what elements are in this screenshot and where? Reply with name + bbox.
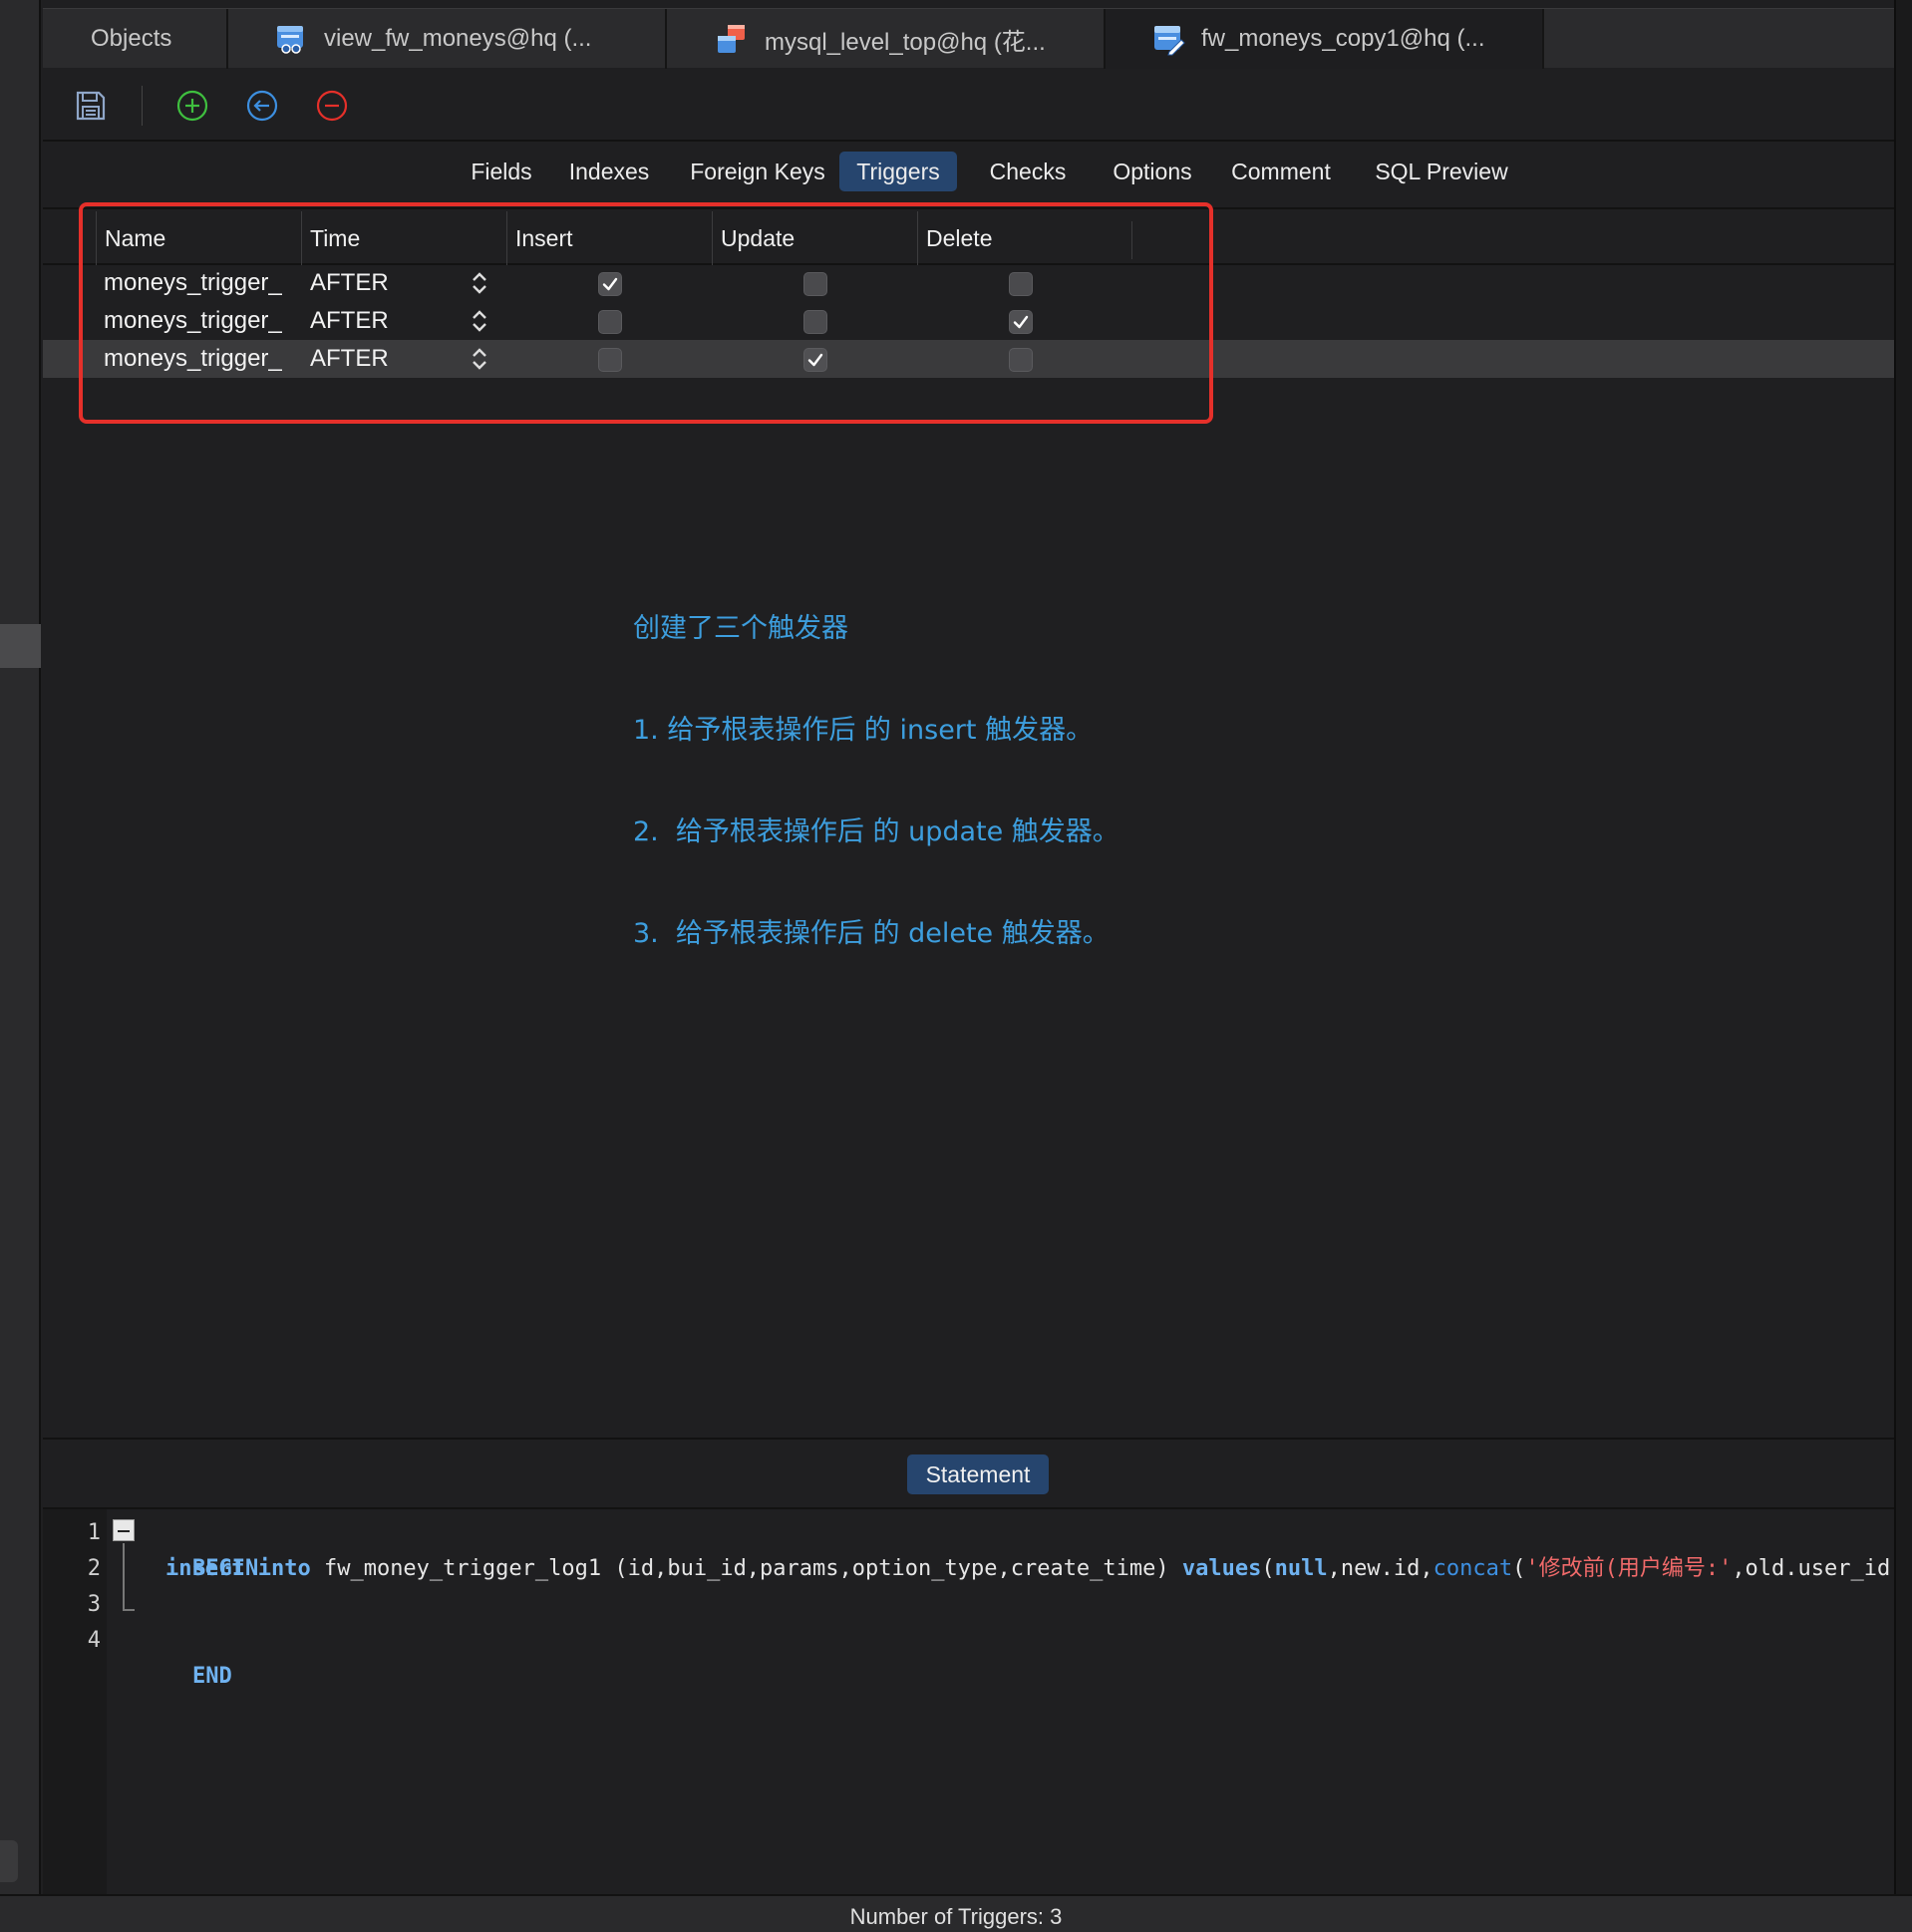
tab-bar: Objects view_fw_moneys@hq (... mysql_lev… xyxy=(43,8,1894,69)
tab-statement[interactable]: Statement xyxy=(907,1454,1049,1494)
table-design-icon xyxy=(1154,26,1185,56)
remove-circle-icon xyxy=(316,90,348,122)
tab-options[interactable]: Options xyxy=(1090,152,1215,191)
column-header-name[interactable]: Name xyxy=(96,211,301,265)
tab-fw-moneys-copy1[interactable]: fw_moneys_copy1@hq (... xyxy=(1106,9,1544,69)
table-row[interactable]: moneys_trigger_ AFTER xyxy=(43,302,1894,340)
annotation-line: 创建了三个触发器 xyxy=(633,613,848,644)
code-args: ,old.user_id, xyxy=(1732,1556,1894,1581)
checkmark-icon xyxy=(807,353,823,367)
code-table: fw_money_trigger_log1 (id,bui_id,params,… xyxy=(310,1556,1182,1581)
tab-label: Objects xyxy=(91,25,172,52)
delete-checkbox[interactable] xyxy=(1009,310,1033,334)
keyword-end: END xyxy=(191,1664,232,1689)
checkmark-icon xyxy=(602,277,618,291)
annotation-line: 2. 给予根表操作后 的 update 触发器。 xyxy=(633,816,1119,847)
annotation-note: 创建了三个触发器 1. 给予根表操作后 的 insert 触发器。 2. 给予根… xyxy=(633,544,1119,985)
keyword-insert: insert xyxy=(165,1556,245,1581)
query-icon xyxy=(718,25,745,53)
view-icon xyxy=(277,26,303,54)
statement-tabbar: Statement xyxy=(43,1438,1894,1509)
tab-label: mysql_level_top@hq (花... xyxy=(765,28,1046,56)
sidebar-handle[interactable] xyxy=(0,1840,18,1882)
toolbar-separator xyxy=(142,86,143,126)
function-concat: concat xyxy=(1433,1556,1513,1581)
insert-trigger-button[interactable] xyxy=(244,88,280,124)
keyword-values: values xyxy=(1181,1556,1262,1581)
code-args: ,new.id, xyxy=(1327,1556,1434,1581)
trigger-time-cell[interactable]: AFTER xyxy=(310,302,389,340)
stepper-icon[interactable] xyxy=(469,270,490,296)
code-line: END xyxy=(140,1623,232,1689)
toolbar xyxy=(43,68,1894,142)
line-number: 3 xyxy=(87,1592,101,1617)
fold-toggle[interactable] xyxy=(113,1519,135,1541)
delete-checkbox[interactable] xyxy=(1009,348,1033,372)
code-paren: ( xyxy=(1512,1556,1526,1581)
tab-label: fw_moneys_copy1@hq (... xyxy=(1201,25,1485,52)
insert-left-circle-icon xyxy=(246,90,278,122)
keyword-into: into xyxy=(257,1556,311,1581)
add-trigger-button[interactable] xyxy=(174,88,210,124)
fold-guide-end xyxy=(123,1609,135,1611)
tab-indexes[interactable]: Indexes xyxy=(551,152,667,191)
insert-checkbox[interactable] xyxy=(598,310,622,334)
tab-checks[interactable]: Checks xyxy=(968,152,1088,191)
column-header-insert[interactable]: Insert xyxy=(506,211,712,265)
triggers-grid-header: Name Time Insert Update Delete xyxy=(43,211,1894,265)
column-header-time[interactable]: Time xyxy=(301,211,506,265)
stepper-icon[interactable] xyxy=(469,308,490,334)
status-bar: Number of Triggers: 3 xyxy=(0,1894,1912,1932)
column-header-update[interactable]: Update xyxy=(712,211,917,265)
right-scroll-strip[interactable] xyxy=(1894,0,1912,1894)
trigger-name-cell[interactable]: moneys_trigger_ xyxy=(104,340,282,378)
update-checkbox[interactable] xyxy=(803,272,827,296)
tab-comment[interactable]: Comment xyxy=(1211,152,1351,191)
designer-subtabs: Fields Indexes Foreign Keys Triggers Che… xyxy=(43,142,1894,209)
tab-sql-preview[interactable]: SQL Preview xyxy=(1355,152,1528,191)
code-line: insert into fw_money_trigger_log1 (id,bu… xyxy=(165,1551,1894,1587)
trigger-time-cell[interactable]: AFTER xyxy=(310,264,389,302)
checkmark-icon xyxy=(1013,315,1029,329)
delete-checkbox[interactable] xyxy=(1009,272,1033,296)
fold-guide xyxy=(123,1543,125,1611)
delete-trigger-button[interactable] xyxy=(314,88,350,124)
add-circle-icon xyxy=(176,90,208,122)
annotation-line: 3. 给予根表操作后 的 delete 触发器。 xyxy=(633,918,1110,949)
trigger-name-cell[interactable]: moneys_trigger_ xyxy=(104,302,282,340)
statement-editor[interactable]: 1 2 3 4 BEGIN insert into fw_money_trigg… xyxy=(43,1509,1894,1894)
line-number: 4 xyxy=(87,1628,101,1653)
tab-triggers[interactable]: Triggers xyxy=(839,152,957,191)
stepper-icon[interactable] xyxy=(469,346,490,372)
update-checkbox[interactable] xyxy=(803,348,827,372)
annotation-line: 1. 给予根表操作后 的 insert 触发器。 xyxy=(633,715,1094,746)
tab-view-fw-moneys[interactable]: view_fw_moneys@hq (... xyxy=(228,9,667,69)
save-button[interactable] xyxy=(73,88,109,124)
line-number-gutter: 1 2 3 4 xyxy=(43,1509,107,1894)
tab-objects[interactable]: Objects xyxy=(43,9,228,69)
sidebar-selection-marker xyxy=(0,624,41,668)
table-row-selected[interactable]: moneys_trigger_ AFTER xyxy=(43,340,1894,378)
keyword-null: null xyxy=(1274,1556,1328,1581)
tab-fields[interactable]: Fields xyxy=(444,152,559,191)
column-divider xyxy=(1131,221,1132,259)
insert-checkbox[interactable] xyxy=(598,272,622,296)
tab-foreign-keys[interactable]: Foreign Keys xyxy=(673,152,842,191)
table-row[interactable]: moneys_trigger_ AFTER xyxy=(43,264,1894,302)
column-header-delete[interactable]: Delete xyxy=(917,211,1122,265)
line-number: 2 xyxy=(87,1556,101,1581)
tab-mysql-level-top[interactable]: mysql_level_top@hq (花... xyxy=(667,9,1106,69)
trigger-name-cell[interactable]: moneys_trigger_ xyxy=(104,264,282,302)
update-checkbox[interactable] xyxy=(803,310,827,334)
code-string: '修改前(用户编号:' xyxy=(1525,1556,1733,1581)
trigger-count: Number of Triggers: 3 xyxy=(849,1904,1063,1929)
line-number: 1 xyxy=(87,1520,101,1545)
code-line: BEGIN xyxy=(140,1515,258,1581)
tab-label: view_fw_moneys@hq (... xyxy=(324,25,592,52)
save-icon xyxy=(76,91,106,121)
trigger-time-cell[interactable]: AFTER xyxy=(310,340,389,378)
insert-checkbox[interactable] xyxy=(598,348,622,372)
code-paren: ( xyxy=(1261,1556,1275,1581)
left-sidebar-strip xyxy=(0,0,41,1932)
